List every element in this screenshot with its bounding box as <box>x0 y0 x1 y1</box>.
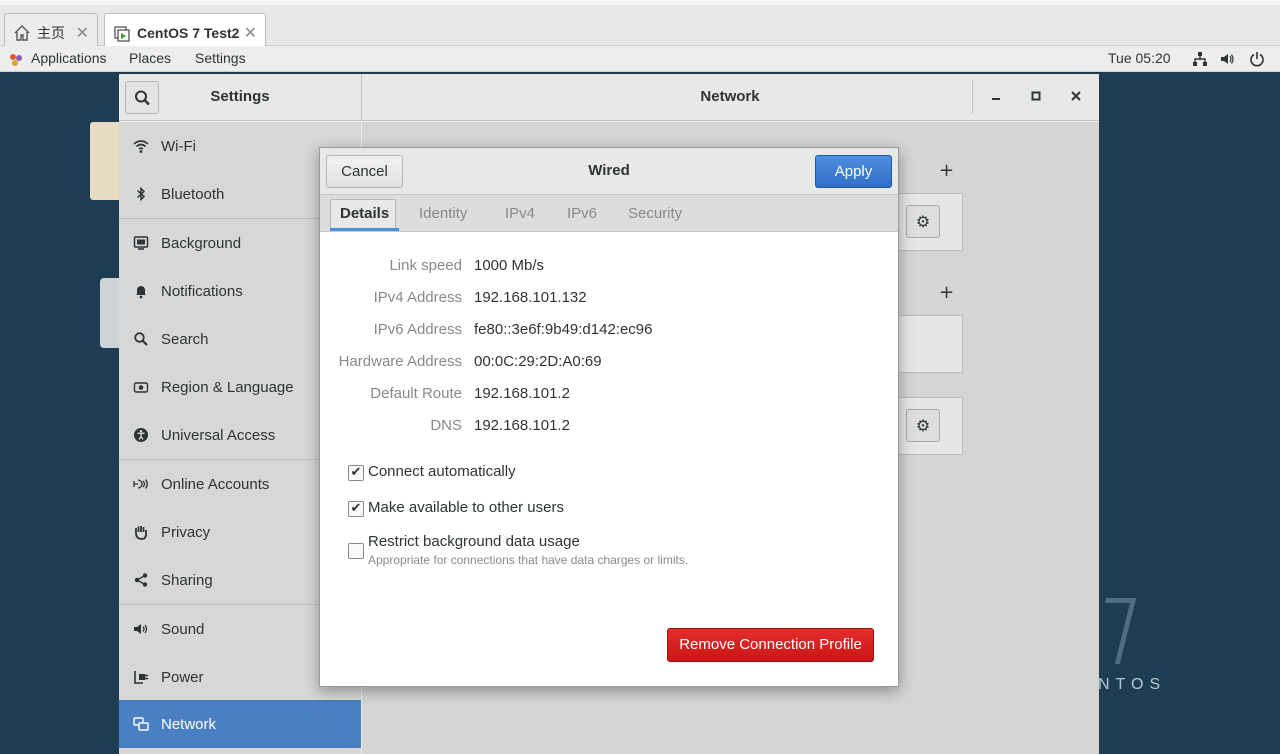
sidebar-item-label: Region & Language <box>161 378 294 396</box>
tab-ipv4[interactable]: IPv4 <box>505 205 535 222</box>
sidebar-item-network[interactable]: Network <box>119 700 361 748</box>
wired-dialog: Cancel Wired Apply Details Identity IPv4… <box>319 147 899 687</box>
home-icon <box>13 24 31 42</box>
ipv6-address-label: IPv6 Address <box>373 321 462 338</box>
vm-tab-label: 主页 <box>37 25 65 42</box>
sidebar-item-label: Search <box>161 330 209 348</box>
online-accounts-icon <box>133 476 149 492</box>
settings-header: Settings Network <box>119 74 1099 121</box>
sidebar-item-label: Privacy <box>161 523 211 541</box>
make-available-label: Make available to other users <box>368 499 564 516</box>
add-vpn-icon[interactable]: + <box>939 282 954 303</box>
cancel-button[interactable]: Cancel <box>326 155 403 188</box>
vm-tab-strip: 主页 ✕ CentOS 7 Test2 ✕ <box>0 0 1280 51</box>
tab-security[interactable]: Security <box>628 205 682 222</box>
close-icon[interactable]: ✕ <box>244 23 257 43</box>
tab-identity[interactable]: Identity <box>419 205 467 222</box>
link-speed-label: Link speed <box>389 257 462 274</box>
ipv6-address-value: fe80::3e6f:9b49:d142:ec96 <box>474 321 653 338</box>
dns-label: DNS <box>430 417 462 434</box>
sidebar-item-label: Background <box>161 234 242 252</box>
speaker-icon <box>133 621 149 637</box>
close-icon[interactable]: ✕ <box>76 23 89 42</box>
accessibility-icon <box>133 427 149 443</box>
places-menu[interactable]: Places <box>129 50 171 66</box>
restrict-background-checkbox[interactable] <box>348 543 364 559</box>
sidebar-item-label: Network <box>161 715 217 733</box>
make-available-checkbox[interactable]: ✔ <box>348 501 364 517</box>
bell-icon <box>133 283 149 299</box>
search-icon <box>133 331 149 347</box>
gear-icon[interactable]: ⚙ <box>906 409 940 442</box>
default-route-value: 192.168.101.2 <box>474 385 570 402</box>
restrict-background-hint: Appropriate for connections that have da… <box>368 553 689 567</box>
add-connection-icon[interactable]: + <box>939 160 954 181</box>
ipv4-address-value: 192.168.101.132 <box>474 289 587 306</box>
share-icon <box>133 572 149 588</box>
gear-icon[interactable]: ⚙ <box>906 205 940 238</box>
vpn-card <box>898 315 963 373</box>
dialog-header: Cancel Wired Apply <box>320 148 898 195</box>
sidebar-item-label: Sound <box>161 620 205 638</box>
hand-icon <box>133 524 149 540</box>
dialog-tabs: Details Identity IPv4 IPv6 Security <box>320 195 898 232</box>
vm-tab-label: CentOS 7 Test2 <box>137 24 240 41</box>
restrict-background-label: Restrict background data usage <box>368 533 580 550</box>
power-plug-icon <box>133 669 149 685</box>
hardware-address-value: 00:0C:29:2D:A0:69 <box>474 353 602 370</box>
centos-watermark: NTOS <box>1098 676 1167 693</box>
camera-icon <box>133 379 149 395</box>
volume-icon[interactable] <box>1219 51 1235 67</box>
clock[interactable]: Tue 05:20 <box>1108 50 1171 66</box>
dialog-title: Wired <box>588 162 630 179</box>
header-divider <box>972 80 973 114</box>
dns-value: 192.168.101.2 <box>474 417 570 434</box>
settings-menu[interactable]: Settings <box>195 50 246 66</box>
default-route-label: Default Route <box>370 385 462 402</box>
sidebar-item-label: Online Accounts <box>161 475 270 493</box>
network-wired-icon[interactable] <box>1192 51 1208 67</box>
link-speed-value: 1000 Mb/s <box>474 257 545 274</box>
applications-icon <box>8 52 24 68</box>
background-icon <box>133 235 149 251</box>
applications-menu[interactable]: Applications <box>31 50 107 66</box>
active-tab-underline <box>330 228 399 231</box>
sidebar-item-label: Bluetooth <box>161 185 225 203</box>
sidebar-item-label: Universal Access <box>161 426 276 444</box>
top-bar: Applications Places Settings Tue 05:20 <box>0 46 1280 72</box>
settings-title: Settings <box>210 88 270 105</box>
tab-details[interactable]: Details <box>340 205 389 222</box>
bluetooth-icon <box>133 186 149 202</box>
close-button[interactable] <box>1068 88 1084 104</box>
apply-button[interactable]: Apply <box>815 155 892 188</box>
power-icon[interactable] <box>1249 51 1265 67</box>
sidebar-item-label: Sharing <box>161 571 213 589</box>
vm-icon <box>113 24 131 42</box>
hardware-address-label: Hardware Address <box>338 353 462 370</box>
tab-ipv6[interactable]: IPv6 <box>567 205 597 222</box>
remove-connection-profile-button[interactable]: Remove Connection Profile <box>667 628 874 662</box>
connect-automatically-checkbox[interactable]: ✔ <box>348 465 364 481</box>
sidebar-item-label: Wi-Fi <box>161 137 196 155</box>
sidebar-item-label: Notifications <box>161 282 243 300</box>
connect-automatically-label: Connect automatically <box>368 463 516 480</box>
ipv4-address-label: IPv4 Address <box>373 289 462 306</box>
network-icon <box>133 716 149 732</box>
minimize-button[interactable] <box>988 88 1004 104</box>
maximize-button[interactable] <box>1028 88 1044 104</box>
wifi-icon <box>133 138 149 154</box>
sidebar-item-label: Power <box>161 668 204 686</box>
